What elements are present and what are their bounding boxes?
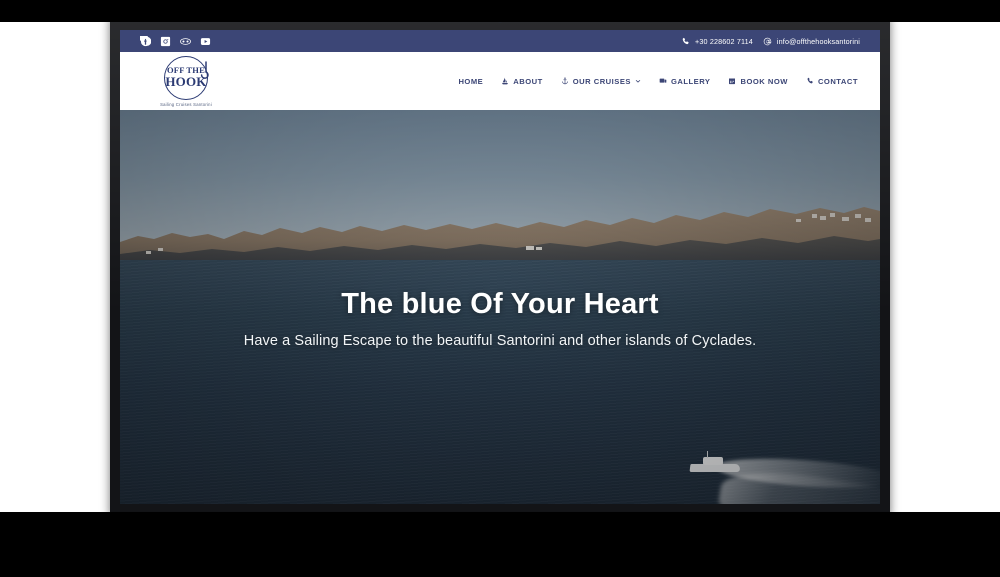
phone-icon [681,37,690,46]
nav-item-book-now[interactable]: BOOK NOW [728,77,787,86]
topbar-contact: +30 228602 7114 info@offthehooksantorini [681,37,860,46]
nav-label: ABOUT [513,76,543,86]
letterbox-bottom [0,512,1000,577]
images-icon [659,77,667,85]
browser-viewport: +30 228602 7114 info@offthehooksantorini… [120,30,880,504]
fish-hook-icon [200,60,210,87]
nav-label: BOOK NOW [740,76,788,86]
nav-label: HOME [458,76,484,86]
letterbox-top [0,0,1000,22]
nav-label: GALLERY [670,76,711,86]
instagram-icon[interactable] [160,36,171,47]
hero-subtitle: Have a Sailing Escape to the beautiful S… [243,333,757,349]
nav-item-contact[interactable]: CONTACT [806,77,858,86]
hero-title: The blue Of Your Heart [341,288,659,320]
laptop-mockup: +30 228602 7114 info@offthehooksantorini… [0,0,1000,577]
logo-tagline: Sailing Cruises Santorini [160,101,212,107]
youtube-icon[interactable] [200,36,211,47]
site-topbar: +30 228602 7114 info@offthehooksantorini [120,30,880,52]
phone-contact[interactable]: +30 228602 7114 [681,37,753,46]
email-contact[interactable]: info@offthehooksantorini [763,37,860,46]
phone-icon [806,77,814,85]
sailboat-icon [501,77,509,85]
hero-section: The blue Of Your Heart Have a Sailing Es… [120,110,880,504]
laptop-lid: +30 228602 7114 info@offthehooksantorini… [110,8,890,516]
tripadvisor-icon[interactable] [180,36,191,47]
main-navigation: HOME ABOUT OUR CRUISES GALLERY BOOK NOW … [458,77,858,86]
logo-badge: OFF THE HOOK [164,55,210,100]
calendar-icon [728,77,736,85]
at-sign-icon [763,37,772,46]
email-address: info@offthehooksantorini [776,36,860,46]
nav-label: CONTACT [817,76,858,86]
site-navbar: OFF THE HOOK Sailing Cruises Santorini H… [120,52,880,110]
nav-item-gallery[interactable]: GALLERY [659,77,711,86]
phone-number: +30 228602 7114 [695,36,753,46]
anchor-icon [561,77,569,85]
site-logo[interactable]: OFF THE HOOK Sailing Cruises Santorini [150,55,222,107]
nav-label: OUR CRUISES [572,76,631,86]
nav-item-about[interactable]: ABOUT [501,77,543,86]
facebook-icon[interactable] [140,35,151,47]
hero-copy: The blue Of Your Heart Have a Sailing Es… [120,288,880,349]
nav-item-home[interactable]: HOME [458,77,483,86]
social-links [140,35,211,47]
nav-item-our-cruises[interactable]: OUR CRUISES [561,77,641,86]
chevron-down-icon[interactable] [635,78,641,84]
